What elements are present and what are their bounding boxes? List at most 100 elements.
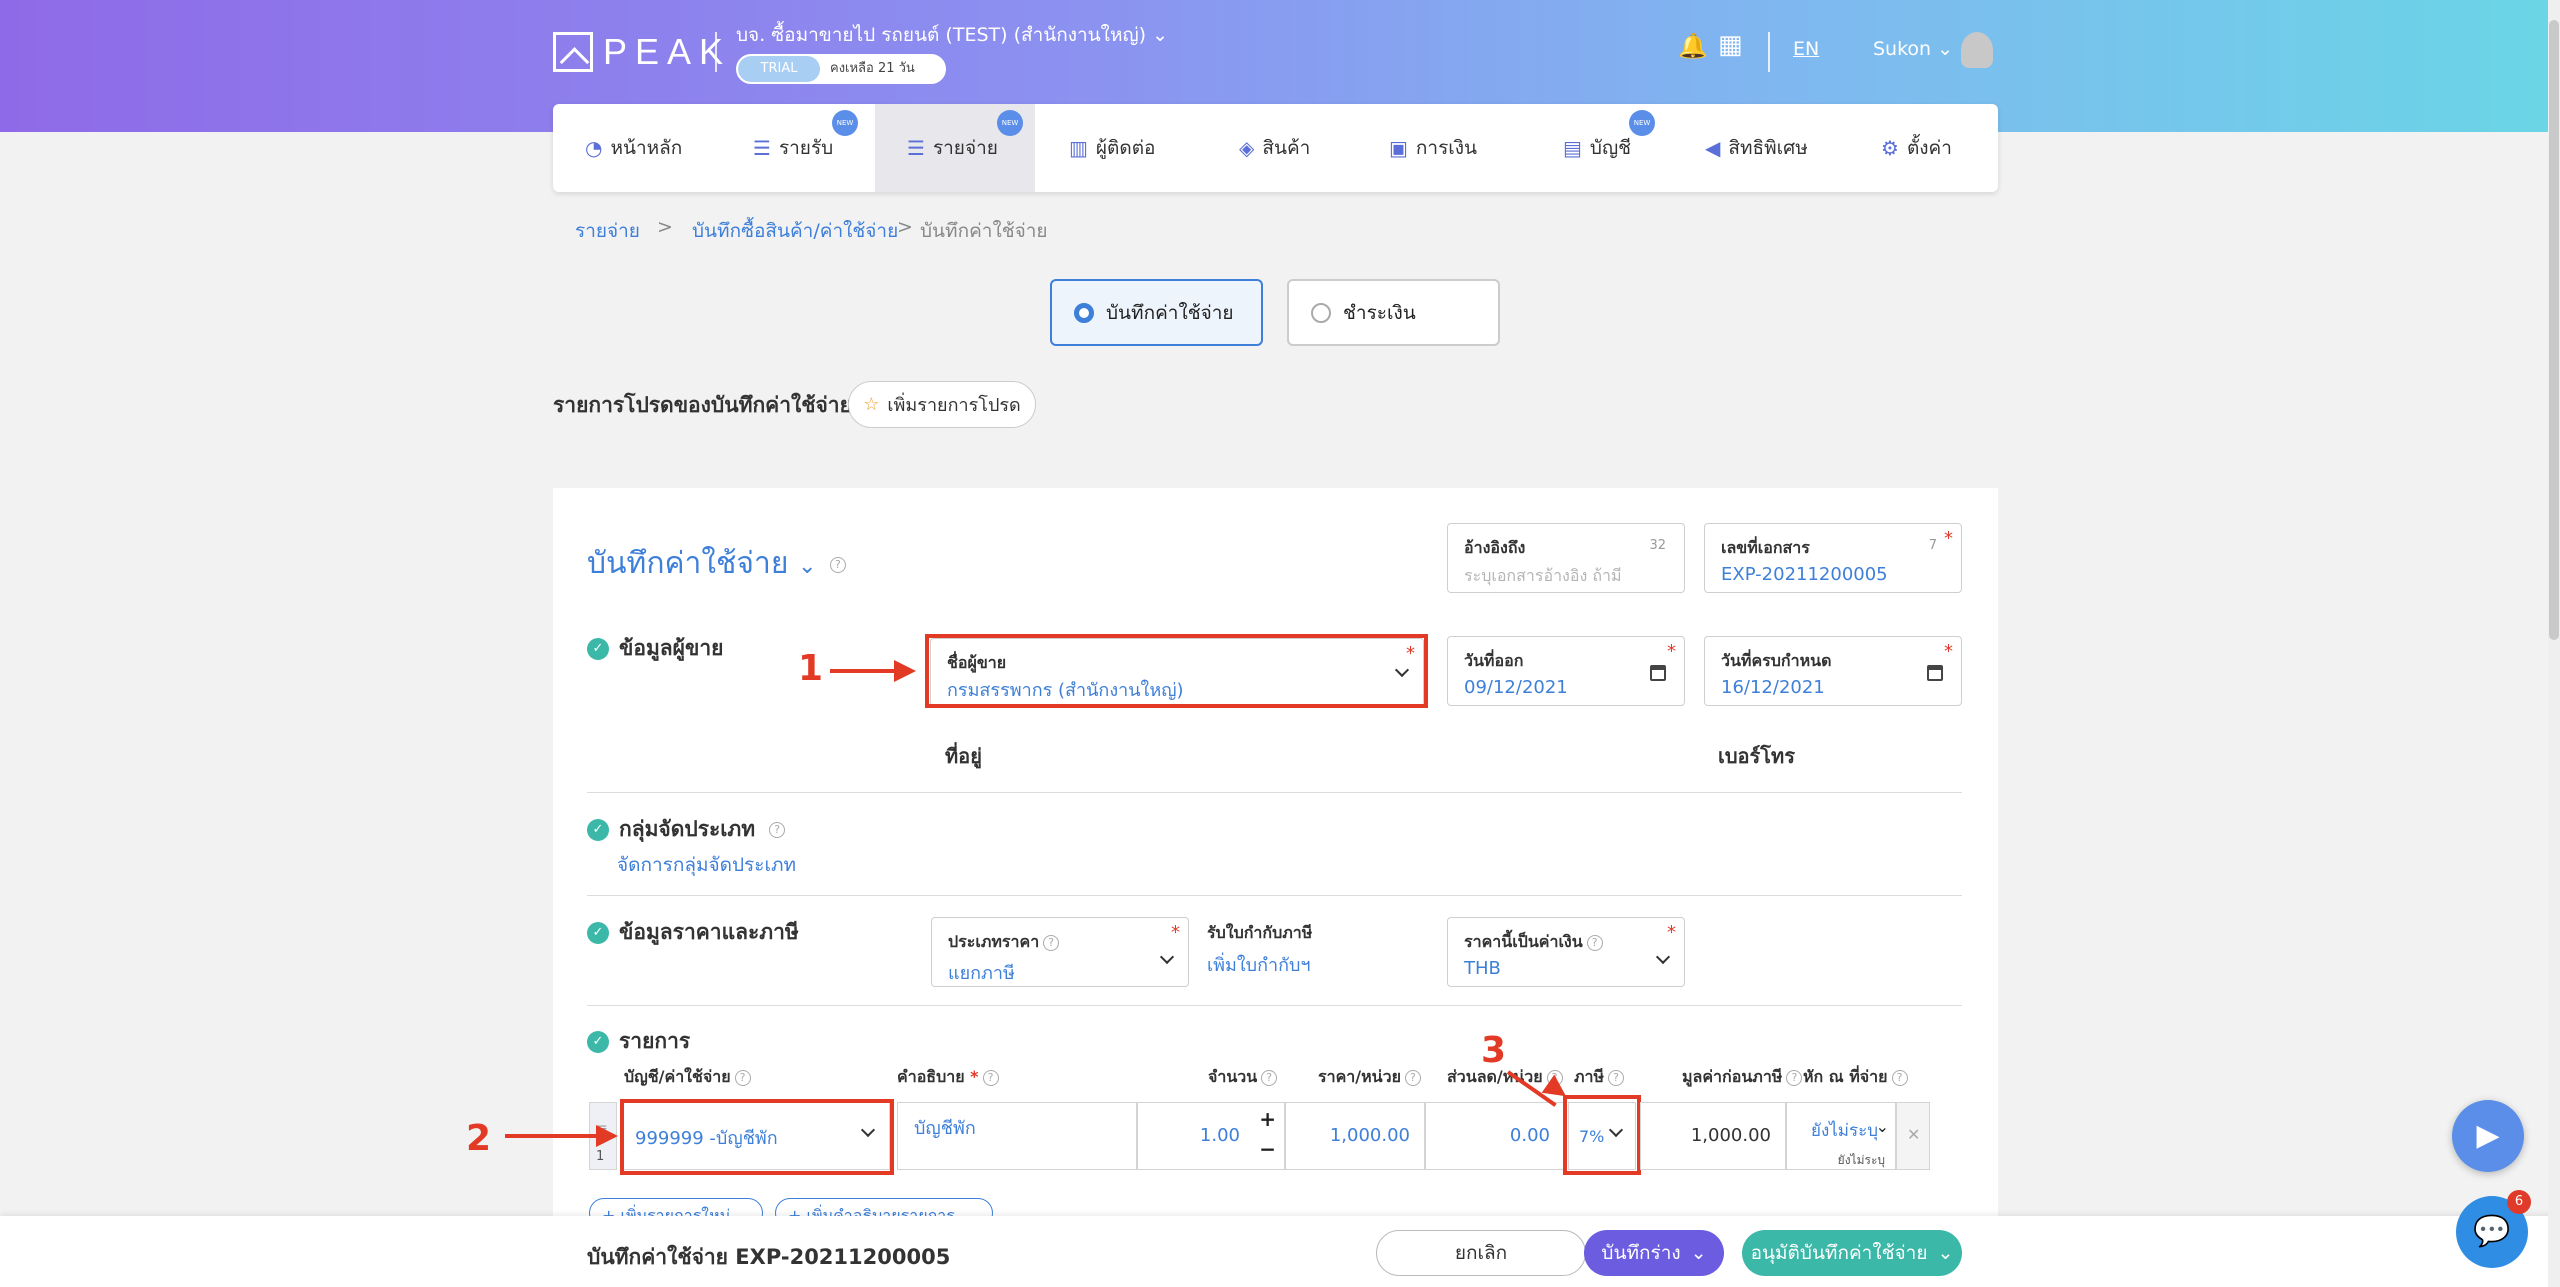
qty-stepper[interactable]: 1.00 + − xyxy=(1137,1102,1285,1170)
avatar[interactable] xyxy=(1961,32,1993,68)
income-icon: ☰ xyxy=(753,136,771,160)
plus-icon[interactable]: + xyxy=(1259,1107,1276,1131)
dashboard-icon: ◔ xyxy=(585,136,603,160)
nav-item-finance[interactable]: ▣ การเงิน xyxy=(1389,104,1477,192)
description-input[interactable]: บัญชีพัก xyxy=(897,1102,1137,1170)
items-section-title: ✓ รายการ xyxy=(587,1025,690,1058)
help-icon[interactable]: ? xyxy=(769,821,786,838)
cancel-button[interactable]: ยกเลิก xyxy=(1376,1230,1586,1276)
help-icon[interactable]: ? xyxy=(829,556,846,573)
chevron-down-icon: ⌄ xyxy=(1937,1242,1954,1264)
due-date-field[interactable]: วันที่ครบกำหนด * 16/12/2021 xyxy=(1704,636,1962,706)
scrollbar-thumb[interactable] xyxy=(2549,20,2559,640)
annotation-arrow xyxy=(505,1134,598,1138)
user-menu[interactable]: Sukon ⌄ xyxy=(1873,38,1953,60)
divider xyxy=(715,32,717,72)
remove-row-button[interactable]: ✕ xyxy=(1896,1102,1930,1170)
discount-input[interactable]: 0.00 xyxy=(1425,1102,1565,1170)
chevron-down-icon: ⌄ xyxy=(797,554,817,579)
favorites-title: รายการโปรดของบันทึกค่าใช้จ่าย xyxy=(553,393,852,417)
money-icon: ▣ xyxy=(1389,136,1408,160)
nav-item-contacts[interactable]: ▥ ผู้ติดต่อ xyxy=(1069,104,1155,192)
new-badge: NEW xyxy=(997,110,1023,136)
row-number: 1 xyxy=(596,1149,605,1164)
annotation-arrow xyxy=(596,1125,618,1147)
pretax-value: 1,000.00 xyxy=(1640,1102,1786,1170)
group-section-title: ✓ กลุ่มจัดประเภท? xyxy=(587,813,786,846)
divider xyxy=(587,792,1962,793)
radio-icon xyxy=(1311,302,1331,323)
check-circle-icon: ✓ xyxy=(587,818,609,841)
apps-grid-icon[interactable]: ▦ xyxy=(1718,30,1743,60)
add-favorite-button[interactable]: ☆ เพิ่มรายการโปรด xyxy=(848,381,1036,428)
manage-group-link[interactable]: จัดการกลุ่มจัดประเภท xyxy=(617,850,796,880)
col-qty: จำนวน? xyxy=(1208,1065,1278,1090)
col-account: บัญชี/ค่าใช้จ่าย? xyxy=(624,1065,751,1090)
divider xyxy=(587,895,1962,896)
chevron-down-icon: ⌄ xyxy=(1690,1242,1707,1264)
nav-item-settings[interactable]: ⚙ ตั้งค่า xyxy=(1881,104,1952,192)
bell-icon[interactable]: 🔔 xyxy=(1678,32,1708,60)
price-section-title: ✓ ข้อมูลราคาและภาษี xyxy=(587,916,799,949)
annotation-number: 2 xyxy=(466,1118,492,1159)
minus-icon[interactable]: − xyxy=(1259,1137,1276,1161)
annotation-box xyxy=(620,1099,894,1175)
annotation-box xyxy=(925,634,1428,708)
nav-item-home[interactable]: ◔ หน้าหลัก xyxy=(585,104,682,192)
gear-icon: ⚙ xyxy=(1881,136,1899,160)
help-icon[interactable]: ? xyxy=(1586,934,1603,951)
help-icon[interactable]: ? xyxy=(1043,934,1060,951)
check-circle-icon: ✓ xyxy=(587,1030,609,1053)
vendor-section-title: ✓ ข้อมูลผู้ขาย xyxy=(587,632,723,665)
mode-payment[interactable]: ชำระเงิน xyxy=(1287,279,1500,346)
breadcrumb-separator: > xyxy=(897,216,913,238)
check-circle-icon: ✓ xyxy=(587,637,609,660)
currency-select[interactable]: ราคานี้เป็นค่าเงิน? * THB xyxy=(1447,917,1685,987)
divider xyxy=(587,1005,1962,1006)
annotation-number: 3 xyxy=(1481,1030,1507,1071)
book-icon: ▤ xyxy=(1563,136,1582,160)
withholding-select[interactable]: ยังไม่ระบุ ⌄ ยังไม่ระบุ xyxy=(1786,1102,1896,1170)
top-bar: PEAK บจ. ซื้อมาขายไป รถยนต์ (TEST) (สำนั… xyxy=(553,18,1998,90)
annotation-arrow xyxy=(894,660,916,682)
approve-button[interactable]: อนุมัติบันทึกค่าใช้จ่าย ⌄ xyxy=(1742,1230,1962,1276)
col-description: คำอธิบาย *? xyxy=(897,1065,999,1090)
col-withholding: หัก ณ ที่จ่าย? xyxy=(1803,1065,1908,1090)
form-title[interactable]: บันทึกค่าใช้จ่าย ⌄ ? xyxy=(587,540,846,587)
issue-date-field[interactable]: วันที่ออก * 09/12/2021 xyxy=(1447,636,1685,706)
price-type-select[interactable]: ประเภทราคา? * แยกภาษี xyxy=(931,917,1189,987)
megaphone-icon: ◀ xyxy=(1705,136,1721,160)
footer-doc-title: บันทึกค่าใช้จ่าย EXP-20211200005 xyxy=(587,1245,951,1269)
divider xyxy=(1768,32,1770,72)
calendar-icon[interactable] xyxy=(1927,665,1943,681)
calendar-icon[interactable] xyxy=(1650,665,1666,681)
breadcrumb-expense[interactable]: รายจ่าย xyxy=(575,216,640,246)
reference-field[interactable]: อ้างอิงถึง 32 ระบุเอกสารอ้างอิง ถ้ามี xyxy=(1447,523,1685,593)
trial-label: TRIAL xyxy=(738,56,820,82)
col-pretax: มูลค่าก่อนภาษี? xyxy=(1682,1065,1803,1090)
breadcrumb-separator: > xyxy=(657,216,673,238)
peak-logo[interactable]: PEAK xyxy=(553,31,731,72)
nav-item-accounting[interactable]: ▤ บัญชี xyxy=(1563,104,1631,192)
add-tax-invoice-link[interactable]: เพิ่มใบกำกับฯ xyxy=(1207,950,1311,979)
contacts-icon: ▥ xyxy=(1069,136,1088,160)
close-icon: ✕ xyxy=(1907,1125,1921,1144)
doc-number-field[interactable]: เลขที่เอกสาร 7 * EXP-20211200005 xyxy=(1704,523,1962,593)
company-selector[interactable]: บจ. ซื้อมาขายไป รถยนต์ (TEST) (สำนักงานใ… xyxy=(736,20,1168,50)
save-draft-button[interactable]: บันทึกร่าง ⌄ xyxy=(1584,1230,1724,1276)
nav-item-privileges[interactable]: ◀ สิทธิพิเศษ xyxy=(1705,104,1808,192)
language-switch[interactable]: EN xyxy=(1793,38,1819,60)
annotation-box xyxy=(1563,1095,1641,1175)
nav-item-products[interactable]: ◈ สินค้า xyxy=(1239,104,1310,192)
col-price: ราคา/หน่วย? xyxy=(1318,1065,1421,1090)
new-badge: NEW xyxy=(832,110,858,136)
annotation-number: 1 xyxy=(798,648,824,689)
nav-item-income[interactable]: ☰ รายรับ xyxy=(753,104,833,192)
price-input[interactable]: 1,000.00 xyxy=(1285,1102,1425,1170)
breadcrumb-purchase[interactable]: บันทึกซื้อสินค้า/ค่าใช้จ่าย xyxy=(692,216,898,246)
play-video-icon[interactable]: ▶ xyxy=(2452,1100,2524,1172)
check-circle-icon: ✓ xyxy=(587,921,609,944)
new-badge: NEW xyxy=(1629,110,1655,136)
col-tax: ภาษี? xyxy=(1574,1065,1625,1090)
mode-record-expense[interactable]: บันทึกค่าใช้จ่าย xyxy=(1050,279,1263,346)
